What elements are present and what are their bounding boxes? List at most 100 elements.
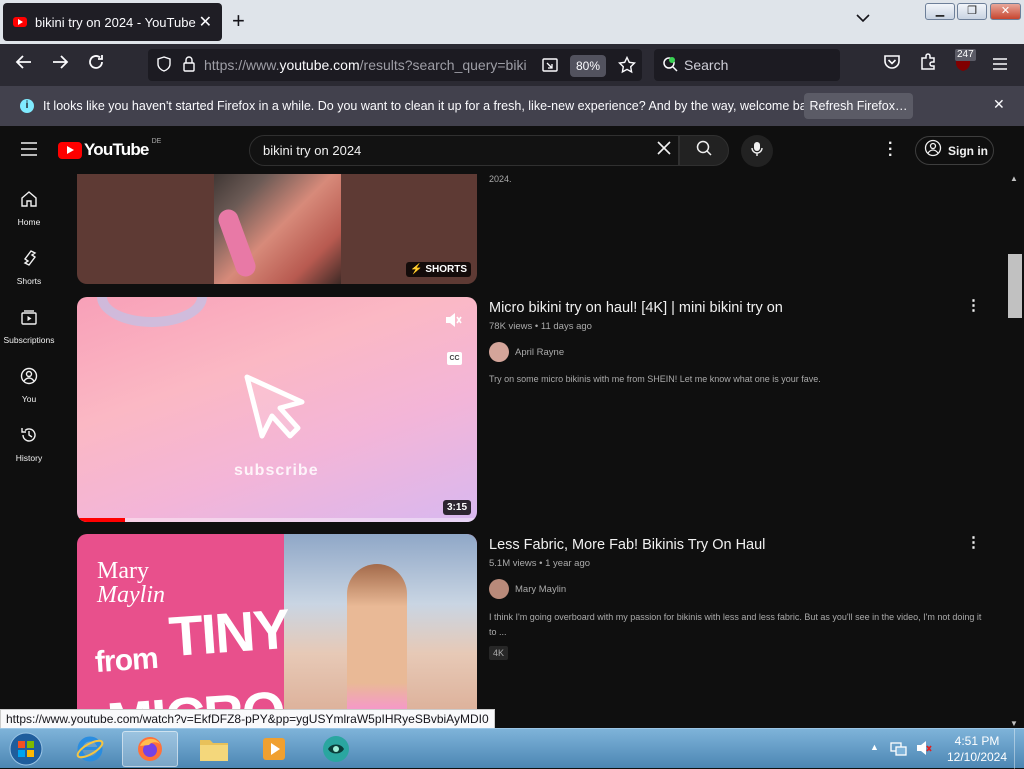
microphone-icon xyxy=(751,141,763,162)
url-text[interactable]: https://www.youtube.com/results?search_q… xyxy=(204,57,527,73)
navigation-toolbar: https://www.youtube.com/results?search_q… xyxy=(0,44,1024,86)
thumbnail-brand-line1: Mary xyxy=(97,558,149,584)
partial-video-description: 2024. xyxy=(489,174,512,184)
volume-muted-icon[interactable] xyxy=(915,740,933,761)
video-thumbnail[interactable]: subscribe CC 3:15 xyxy=(77,297,477,522)
channel-link[interactable]: April Rayne xyxy=(489,342,564,362)
voice-search-button[interactable] xyxy=(741,135,773,167)
app-taskbar-icon[interactable] xyxy=(308,731,364,767)
quality-badge: 4K xyxy=(489,646,509,660)
clear-search-icon[interactable] xyxy=(656,140,672,161)
reload-icon[interactable] xyxy=(84,53,108,77)
show-hidden-icons-icon[interactable]: ▲ xyxy=(870,742,879,752)
extension-badge: 247 xyxy=(955,49,976,61)
network-icon[interactable] xyxy=(890,740,908,761)
settings-more-icon[interactable]: · · · xyxy=(888,136,893,164)
info-icon: i xyxy=(20,99,34,113)
video-meta: 5.1M views • 1 year ago xyxy=(489,558,591,569)
scroll-up-arrow-icon[interactable]: ▲ xyxy=(1010,174,1018,183)
back-arrow-icon[interactable] xyxy=(12,53,36,77)
new-tab-button[interactable]: + xyxy=(232,10,245,32)
video-thumbnail[interactable]: Mary Maylin from TINY MICRO xyxy=(77,534,477,728)
minimize-button[interactable]: ▁ xyxy=(925,3,955,20)
sidebar-item-home[interactable]: Home xyxy=(0,190,58,227)
thumbnail-bubble xyxy=(97,297,207,327)
guide-menu-icon[interactable] xyxy=(20,142,38,161)
show-desktop-button[interactable] xyxy=(1014,729,1024,769)
sign-in-label: Sign in xyxy=(948,143,988,158)
video-duration: 3:15 xyxy=(442,500,471,515)
progress-track xyxy=(77,518,477,522)
sidebar-item-you[interactable]: You xyxy=(0,367,58,404)
captions-icon[interactable]: CC xyxy=(447,352,462,365)
hamburger-menu-icon[interactable] xyxy=(988,53,1012,77)
url-bar[interactable]: https://www.youtube.com/results?search_q… xyxy=(148,49,642,81)
video-title[interactable]: Micro bikini try on haul! [4K] | mini bi… xyxy=(489,300,783,316)
youtube-page: YouTube DE bikini try on 2024 · · · Sign i… xyxy=(0,126,1024,728)
channel-name[interactable]: April Rayne xyxy=(515,347,564,358)
video-description: Try on some micro bikinis with me from S… xyxy=(489,374,821,384)
clock-time: 4:51 PM xyxy=(954,734,1000,748)
close-window-button[interactable]: ✕ xyxy=(990,3,1021,20)
shorts-small-icon: ⚡ xyxy=(410,264,423,275)
yt-search-box[interactable]: bikini try on 2024 xyxy=(249,135,679,166)
channel-name[interactable]: Mary Maylin xyxy=(515,584,566,595)
extensions-puzzle-icon[interactable] xyxy=(916,53,940,77)
you-icon xyxy=(0,367,58,390)
notification-message: It looks like you haven't started Firefo… xyxy=(43,99,823,113)
tab-close-icon[interactable]: ✕ xyxy=(199,12,212,32)
scrollbar-thumb[interactable] xyxy=(1008,254,1022,318)
search-bar[interactable]: Search xyxy=(654,49,840,81)
thumbnail-subscribe-text: subscribe xyxy=(234,462,319,479)
forward-arrow-icon[interactable] xyxy=(48,53,72,77)
picture-in-picture-icon[interactable] xyxy=(542,57,558,76)
region-code: DE xyxy=(151,138,162,145)
file-explorer-icon[interactable] xyxy=(186,731,242,767)
search-engine-icon xyxy=(662,56,678,75)
youtube-logo-text: YouTube xyxy=(84,140,149,159)
video-meta: 78K views • 11 days ago xyxy=(489,321,592,332)
pocket-icon[interactable] xyxy=(880,53,904,77)
avatar[interactable] xyxy=(489,579,509,599)
sign-in-button[interactable]: Sign in xyxy=(915,136,994,165)
yt-search-input[interactable]: bikini try on 2024 xyxy=(263,143,656,158)
firefox-taskbar-icon[interactable] xyxy=(122,731,178,767)
taskbar-clock[interactable]: 4:51 PM 12/10/2024 xyxy=(942,733,1012,765)
ublock-extension-icon[interactable]: 247 xyxy=(951,49,976,79)
progress-fill xyxy=(77,518,125,522)
avatar[interactable] xyxy=(489,342,509,362)
video-action-menu-icon[interactable]: ⋮ xyxy=(966,533,981,551)
thumbnail-brand-line2: Maylin xyxy=(97,582,165,608)
tab-youtube[interactable]: bikini try on 2024 - YouTube ✕ xyxy=(3,3,222,41)
tab-bar: bikini try on 2024 - YouTube ✕ + ▁ ❐ ✕ xyxy=(0,0,1024,44)
channel-link[interactable]: Mary Maylin xyxy=(489,579,566,599)
youtube-favicon-icon xyxy=(13,17,27,27)
youtube-logo[interactable]: YouTube DE xyxy=(58,138,162,160)
media-player-icon[interactable] xyxy=(246,731,302,767)
zoom-level-button[interactable]: 80% xyxy=(570,55,606,77)
thumbnail-big-word-from: from xyxy=(93,641,159,680)
start-button[interactable] xyxy=(0,731,52,767)
internet-explorer-icon[interactable] xyxy=(62,731,118,767)
history-icon xyxy=(0,426,58,449)
sidebar-item-subscriptions[interactable]: Subscriptions xyxy=(0,308,58,345)
refresh-firefox-button[interactable]: Refresh Firefox… xyxy=(804,93,913,119)
bookmark-star-icon[interactable] xyxy=(617,55,637,77)
tracking-protection-shield-icon[interactable] xyxy=(156,55,172,75)
video-title[interactable]: Less Fabric, More Fab! Bikinis Try On Ha… xyxy=(489,537,765,553)
search-icon xyxy=(696,140,712,161)
mute-icon[interactable] xyxy=(444,312,462,333)
scroll-down-arrow-icon[interactable]: ▼ xyxy=(1010,719,1018,728)
video-action-menu-icon[interactable]: ⋮ xyxy=(966,296,981,314)
shorts-icon xyxy=(0,249,58,272)
lock-icon[interactable] xyxy=(182,55,196,75)
thumbnail-big-word-tiny: TINY xyxy=(166,596,291,669)
sidebar-item-history[interactable]: History xyxy=(0,426,58,463)
account-circle-icon xyxy=(924,139,942,162)
link-status-url: https://www.youtube.com/watch?v=EkfDFZ8-… xyxy=(0,709,495,729)
sidebar-item-shorts[interactable]: Shorts xyxy=(0,249,58,286)
yt-search-button[interactable] xyxy=(679,135,729,166)
notification-close-icon[interactable]: ✕ xyxy=(993,96,1005,113)
list-all-tabs-chevron-icon[interactable] xyxy=(856,10,870,26)
maximize-button[interactable]: ❐ xyxy=(957,3,987,20)
